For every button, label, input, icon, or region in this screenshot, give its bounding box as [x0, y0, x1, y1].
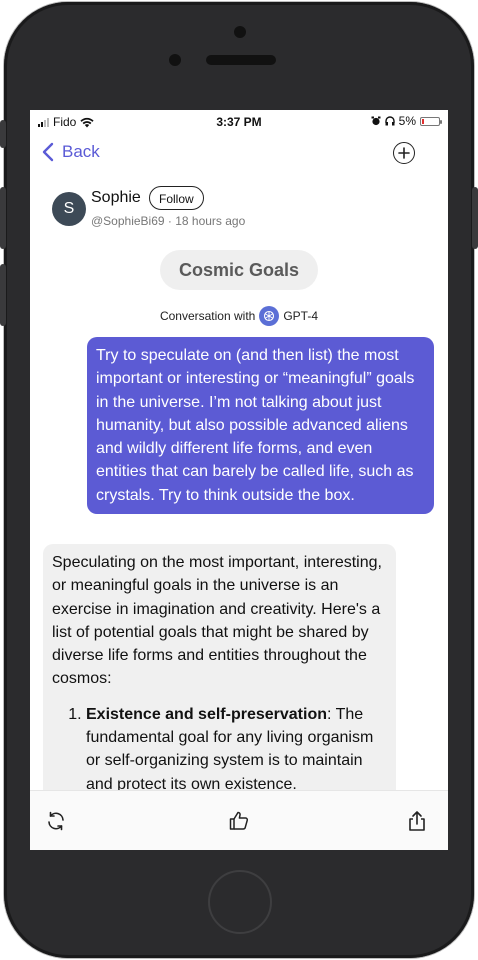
battery-icon: [420, 116, 442, 126]
share-icon[interactable]: [405, 809, 429, 833]
power-button: [472, 187, 478, 249]
author-name[interactable]: Sophie: [91, 189, 141, 207]
list-item-title: Existence and self-preservation: [86, 705, 327, 723]
volume-down-button: [0, 264, 6, 326]
proximity-sensor: [169, 54, 181, 66]
assistant-intro: Speculating on the most important, inter…: [52, 554, 382, 688]
volume-up-button: [0, 187, 6, 249]
model-name: GPT-4: [283, 309, 319, 323]
user-message-bubble: Try to speculate on (and then list) the …: [87, 337, 434, 515]
back-button[interactable]: Back: [42, 142, 100, 162]
author-handle-time: @SophieBi69 · 18 hours ago: [91, 214, 246, 228]
bottom-toolbar: [30, 790, 448, 850]
avatar[interactable]: S: [52, 192, 86, 226]
status-right-group: 5%: [371, 114, 442, 128]
list-item: Existence and self-preservation: The fun…: [86, 703, 386, 796]
chevron-left-icon: [42, 142, 54, 162]
home-button[interactable]: [208, 870, 272, 934]
conversation-title: Cosmic Goals: [160, 250, 318, 290]
app-screen: Fido 3:37 PM 5% Back S Sophie Follow @So…: [30, 110, 448, 850]
conversation-with-label: Conversation with: [159, 309, 256, 323]
earpiece-speaker: [206, 55, 276, 65]
conversation-with: Conversation with GPT-4: [30, 306, 448, 326]
thumbs-up-icon[interactable]: [227, 809, 251, 833]
status-bar: Fido 3:37 PM 5%: [30, 110, 448, 134]
openai-logo-icon: [259, 306, 280, 326]
new-chat-button[interactable]: [393, 142, 415, 164]
headphones-icon: [384, 116, 395, 126]
plus-icon: [398, 147, 410, 159]
mute-switch: [0, 120, 6, 148]
back-label: Back: [62, 142, 100, 161]
assistant-goal-list: Existence and self-preservation: The fun…: [52, 703, 386, 796]
front-camera: [234, 26, 246, 38]
follow-button[interactable]: Follow: [149, 186, 204, 210]
alarm-icon: [371, 116, 381, 126]
battery-percent: 5%: [398, 114, 416, 128]
refresh-icon[interactable]: [44, 809, 68, 833]
